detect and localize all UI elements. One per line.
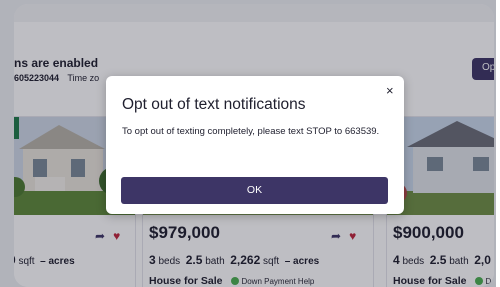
opt-out-dialog: × Opt out of text notifications To opt o… [106,76,404,214]
page-background: ns are enabled 605223044 Time zo Op ➦♥ [0,0,496,287]
close-icon[interactable]: × [386,83,394,98]
ok-button[interactable]: OK [121,177,388,204]
dialog-body: To opt out of texting completely, please… [122,126,380,137]
dialog-title: Opt out of text notifications [122,96,306,113]
